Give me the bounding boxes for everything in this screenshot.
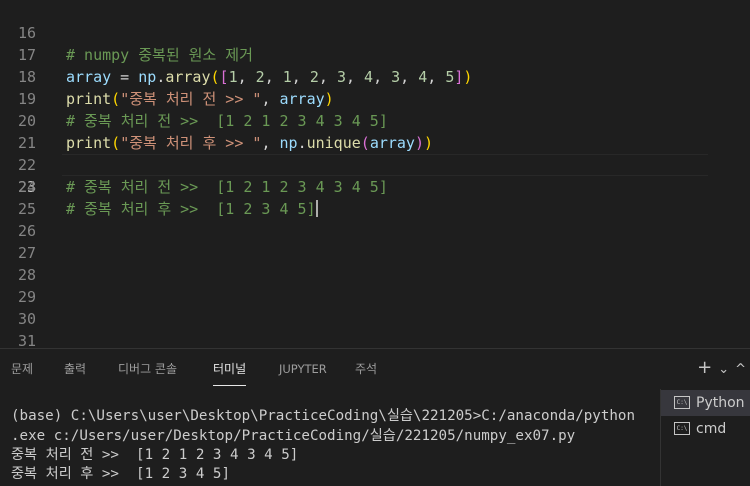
terminal-line: .exe c:/Users/user/Desktop/PracticeCodin…	[11, 428, 576, 444]
code-line-27[interactable]: 27	[0, 242, 750, 264]
code-line-26[interactable]: 26	[0, 220, 750, 242]
code-line-30[interactable]: 30	[0, 308, 750, 330]
code-line-28[interactable]: 28	[0, 264, 750, 286]
line-number: 27	[17, 244, 36, 262]
chevron-down-icon[interactable]: ⌄	[718, 362, 729, 377]
chevron-up-icon[interactable]: ^	[735, 362, 746, 377]
terminal-line: 중복 처리 후 >> [1 2 3 4 5]	[11, 466, 231, 482]
code-line-22[interactable]: 22 # 중복 처리 전 >> [1 2 1 2 3 4 3 4 5]	[0, 132, 750, 196]
terminal-instance-list: C:\ Python C:\ cmd	[660, 389, 750, 486]
terminal-instance-cmd[interactable]: C:\ cmd	[661, 416, 750, 442]
code-line-31[interactable]: 31	[0, 330, 750, 348]
terminal-instance-python[interactable]: C:\ Python	[661, 390, 750, 416]
terminal-line: (base) C:\Users\user\Desktop\PracticeCod…	[11, 408, 636, 424]
terminal-icon: C:\	[674, 422, 690, 435]
terminal-instance-label: cmd	[696, 421, 727, 437]
bottom-panel: 문제 출력 디버그 콘솔 터미널 JUPYTER 주석 + ⌄ ^ (base) C…	[0, 348, 750, 486]
code-line-21[interactable]: 21	[0, 110, 750, 152]
terminal-line: 중복 처리 전 >> [1 2 1 2 3 4 3 4 5]	[11, 447, 299, 463]
tab-comments[interactable]: 주석	[355, 361, 377, 385]
tab-jupyter[interactable]: JUPYTER	[279, 361, 327, 385]
line-number: 25	[17, 200, 36, 218]
tab-debug-console[interactable]: 디버그 콘솔	[118, 361, 177, 385]
line-number: 29	[17, 288, 36, 306]
line-number: 26	[17, 222, 36, 240]
code-line-25[interactable]: 25	[0, 198, 750, 220]
code-line-20[interactable]: 20 print("중복 처리 후 >> ", np.unique(array)…	[0, 88, 750, 152]
add-terminal-icon[interactable]: +	[697, 357, 712, 378]
tab-terminal[interactable]: 터미널	[213, 361, 247, 386]
code-line-29[interactable]: 29	[0, 286, 750, 308]
code-line-18[interactable]: 18 print("중복 처리 전 >> ", array)	[0, 44, 750, 108]
code-line-17[interactable]: 17 array = np.array([1, 2, 1, 2, 3, 4, 3…	[0, 22, 750, 86]
code-line-19[interactable]: 19 # 중복 처리 전 >> [1 2 1 2 3 4 3 4 5]	[0, 66, 750, 130]
terminal-instance-label: Python	[696, 395, 745, 411]
terminal-icon: C:\	[674, 396, 690, 409]
tab-problems[interactable]: 문제	[11, 361, 33, 385]
line-number: 28	[17, 266, 36, 284]
code-editor[interactable]: 16 # numpy 중복된 원소 제거 17 array = np.array…	[0, 0, 750, 348]
line-number: 30	[17, 310, 36, 328]
line-number: 31	[17, 332, 36, 348]
terminal-output[interactable]: (base) C:\Users\user\Desktop\PracticeCod…	[0, 401, 660, 486]
code-line-24[interactable]: 24	[0, 176, 750, 198]
line-number: 24	[17, 178, 36, 196]
tab-output[interactable]: 출력	[64, 361, 86, 385]
code-line-16[interactable]: 16 # numpy 중복된 원소 제거	[0, 0, 750, 64]
panel-actions: + ⌄ ^	[691, 357, 746, 378]
code-line-23[interactable]: 23 # 중복 처리 후 >> [1 2 3 4 5]	[0, 154, 750, 218]
